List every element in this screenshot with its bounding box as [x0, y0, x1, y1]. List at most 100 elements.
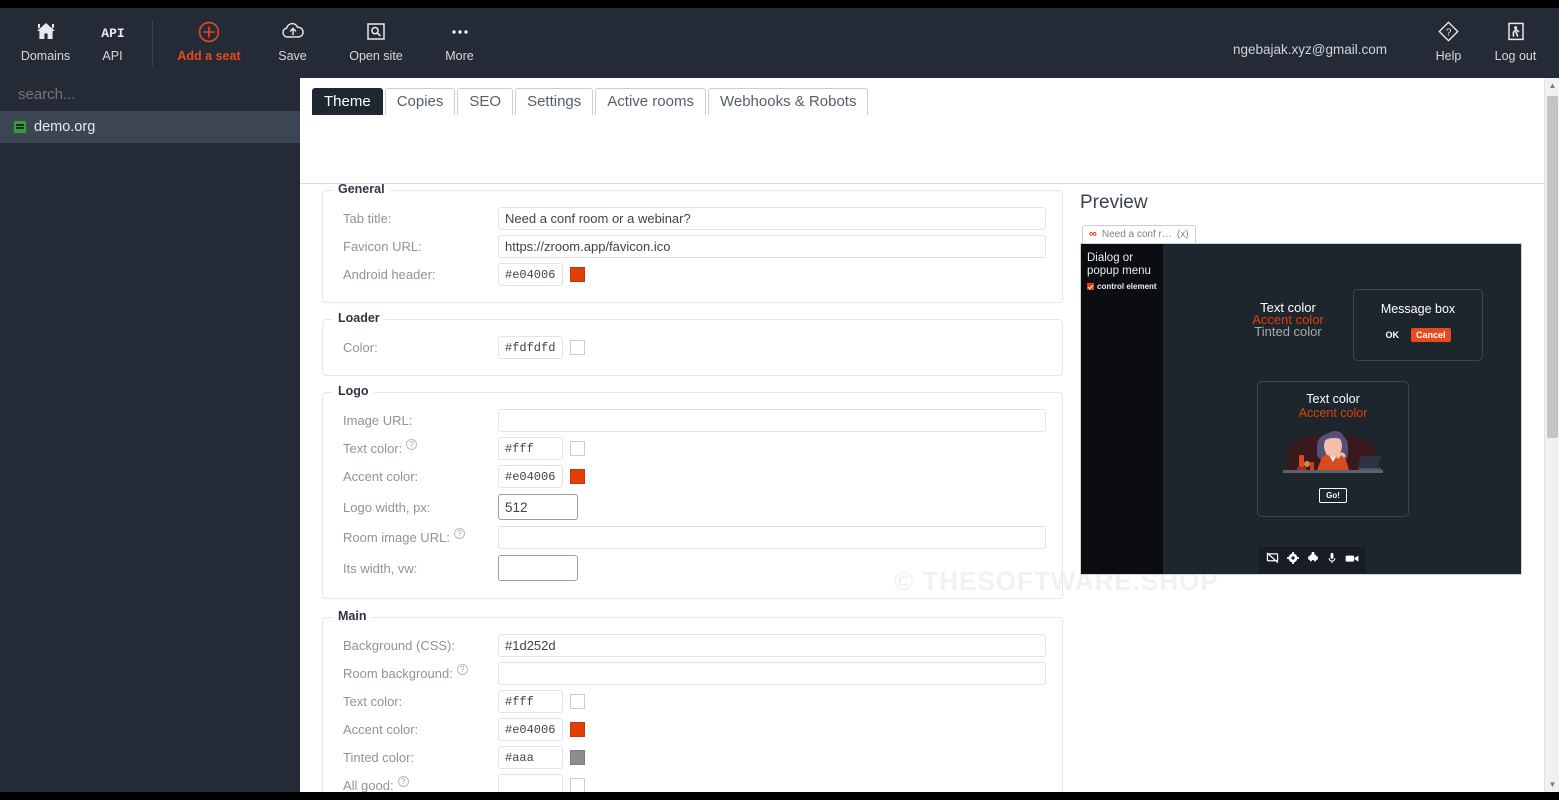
preview-viewport: Dialog or popup menu control element Tex… [1080, 243, 1522, 575]
favicon-url-input[interactable] [498, 235, 1046, 258]
preview-control-element[interactable]: control element [1087, 282, 1157, 291]
tinted-color-input[interactable] [498, 746, 563, 769]
logo-text-color-swatch[interactable] [570, 441, 585, 456]
toolbar-label-add-a-seat: Add a seat [159, 49, 259, 63]
field-row-logo-image-url: Image URL: [333, 407, 1046, 434]
tab-copies[interactable]: Copies [385, 88, 456, 115]
field-label-room-background: Room background: ? [333, 666, 498, 681]
room-image-width-input[interactable] [498, 555, 578, 581]
main-accent-color-swatch[interactable] [570, 722, 585, 737]
help-icon[interactable]: ? [457, 664, 468, 675]
tab-webhooks-robots[interactable]: Webhooks & Robots [708, 88, 868, 115]
toolbar-button-logout[interactable]: Log out [1482, 8, 1549, 63]
field-row-tab-title: Tab title: [333, 205, 1046, 232]
toolbar-label-more: More [426, 49, 493, 63]
preview-dialog-line2: popup menu [1087, 265, 1157, 278]
loader-color-input[interactable] [498, 336, 563, 359]
toolbar-button-help[interactable]: ? Help [1415, 8, 1482, 63]
preview-browser-tab[interactable]: ∞ Need a conf r… (x) [1082, 225, 1196, 243]
toolbar-divider [152, 20, 153, 66]
main-text-color-input[interactable] [498, 690, 563, 713]
tab-active-rooms[interactable]: Active rooms [595, 88, 706, 115]
left-sidebar: demo.org [0, 78, 300, 792]
field-row-main-text-color: Text color: [333, 688, 1046, 715]
toolbar-right-group: ngebajak.xyz@gmail.com ? Help [1233, 8, 1559, 63]
ellipsis-icon [426, 20, 493, 46]
help-icon[interactable]: ? [406, 439, 417, 450]
field-label-logo-width: Logo width, px: [333, 500, 498, 515]
preview-cancel-button[interactable]: Cancel [1411, 328, 1451, 342]
puzzle-icon[interactable] [1307, 551, 1319, 569]
toolbar-label-domains: Domains [12, 49, 79, 63]
preview-color-samples: Text color Accent color Tinted color [1203, 302, 1373, 338]
main-text-color-swatch[interactable] [570, 694, 585, 709]
field-row-room-image-url: Room image URL: ? [333, 524, 1046, 551]
search-input[interactable] [0, 78, 300, 111]
tab-favicon-icon: ∞ [1089, 228, 1097, 240]
logo-text-color-input[interactable] [498, 437, 563, 460]
tab-seo[interactable]: SEO [457, 88, 513, 115]
field-label-text: Room image URL: [343, 530, 450, 545]
screen-share-off-icon[interactable] [1266, 551, 1279, 569]
toolbar-button-save[interactable]: Save [259, 8, 326, 63]
help-icon[interactable]: ? [454, 528, 465, 539]
toolbar-button-open-site[interactable]: Open site [326, 8, 426, 63]
main-accent-color-input[interactable] [498, 718, 563, 741]
preview-room-card: Text color Accent color [1257, 381, 1409, 517]
home-icon [12, 20, 79, 46]
app-window: Domains API API Add a seat [0, 8, 1559, 792]
field-label-room-image-width: Its width, vw: [333, 561, 498, 576]
help-icon[interactable]: ? [398, 776, 409, 787]
toolbar-label-api: API [79, 49, 146, 63]
gear-icon[interactable] [1287, 551, 1299, 569]
field-label-android-header: Android header: [333, 267, 498, 282]
scroll-up-arrow-icon[interactable]: ▲ [1545, 78, 1559, 93]
room-image-url-input[interactable] [498, 526, 1046, 549]
tab-settings[interactable]: Settings [515, 88, 593, 115]
microphone-icon[interactable] [1327, 551, 1337, 569]
preview-ok-button[interactable]: OK [1385, 330, 1399, 340]
logo-image-url-input[interactable] [498, 409, 1046, 432]
scrollbar-thumb[interactable] [1547, 96, 1558, 438]
preview-card-text-color: Text color [1258, 392, 1408, 406]
logo-width-input[interactable] [498, 494, 578, 520]
room-background-input[interactable] [498, 662, 1046, 685]
tab-title-input[interactable] [498, 207, 1046, 230]
all-good-color-input[interactable] [498, 774, 563, 792]
toolbar-button-api[interactable]: API API [79, 8, 146, 63]
preview-dialog-line1: Dialog or [1087, 252, 1157, 265]
toolbar-button-add-a-seat[interactable]: Add a seat [159, 8, 259, 63]
tab-theme[interactable]: Theme [312, 88, 383, 115]
camera-icon[interactable] [1345, 551, 1359, 569]
android-header-swatch[interactable] [570, 267, 585, 282]
field-label-room-image-url: Room image URL: ? [333, 530, 498, 545]
scroll-down-arrow-icon[interactable]: ▼ [1545, 777, 1559, 792]
field-label-text: Room background: [343, 666, 453, 681]
main-vertical-scrollbar[interactable]: ▲ ▼ [1544, 78, 1559, 792]
field-row-favicon-url: Favicon URL: [333, 233, 1046, 260]
question-diamond-icon: ? [1415, 20, 1482, 46]
field-row-logo-accent-color: Accent color: [333, 463, 1046, 490]
toolbar-button-domains[interactable]: Domains [12, 8, 79, 63]
tab-bar-underline [300, 183, 1559, 184]
logo-accent-color-input[interactable] [498, 465, 563, 488]
android-header-input[interactable] [498, 263, 563, 286]
sidebar-item-demo-org[interactable]: demo.org [0, 111, 300, 143]
toolbar-button-more[interactable]: More [426, 8, 493, 63]
preview-go-button[interactable]: Go! [1319, 488, 1347, 503]
theme-form: © THESOFTWARE.SHOP General Tab title: Fa… [300, 184, 1543, 792]
all-good-color-swatch[interactable] [570, 778, 585, 792]
field-label-loader-color: Color: [333, 340, 498, 355]
logo-accent-color-swatch[interactable] [570, 469, 585, 484]
field-label-tinted-color: Tinted color: [333, 750, 498, 765]
preview-dialog-panel: Dialog or popup menu control element [1081, 244, 1163, 575]
section-loader: Loader Color: [322, 319, 1063, 376]
preview-title: Preview [1080, 192, 1540, 214]
loader-color-swatch[interactable] [570, 340, 585, 355]
preview-tinted-color-sample: Tinted color [1203, 326, 1373, 338]
checkbox-icon[interactable] [1087, 283, 1094, 290]
tinted-color-swatch[interactable] [570, 750, 585, 765]
preview-tab-close[interactable]: (x) [1177, 229, 1189, 240]
field-row-logo-width: Logo width, px: [333, 491, 1046, 523]
background-css-input[interactable] [498, 634, 1046, 657]
